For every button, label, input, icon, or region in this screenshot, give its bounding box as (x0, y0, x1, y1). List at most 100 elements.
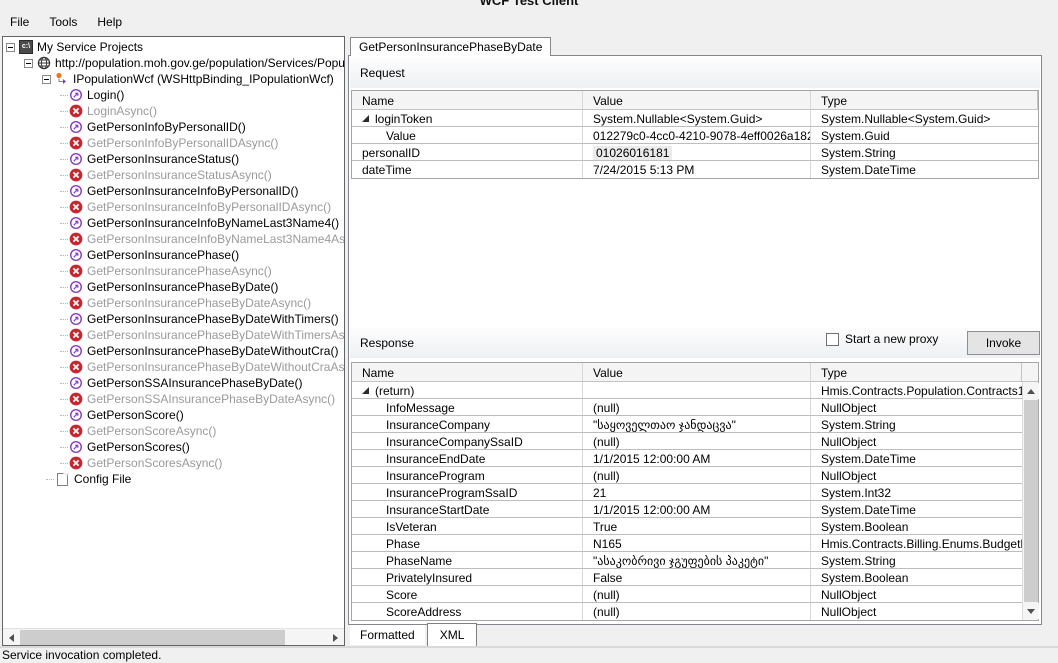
tree-method-item[interactable]: GetPersonInsurancePhase() (3, 247, 344, 263)
web-method-icon (69, 88, 83, 102)
column-header-type[interactable]: Type (811, 91, 1038, 109)
tree-method-item[interactable]: GetPersonSSAInsurancePhaseByDateAsync() (3, 391, 344, 407)
tree-method-item[interactable]: GetPersonInsurancePhaseByDateWithoutCra(… (3, 343, 344, 359)
menu-item-file[interactable]: File (0, 12, 39, 32)
tree-method-item[interactable]: GetPersonScoresAsync() (3, 455, 344, 471)
value-cell[interactable]: 7/24/2015 5:13 PM (583, 161, 811, 178)
cell-type: Hmis.Contracts.Population.Contracts1.Per… (821, 384, 1022, 398)
error-icon (69, 296, 83, 310)
tree-item-label: GetPersonInsurancePhaseByDateAsync() (83, 296, 311, 310)
cell-name: loginToken (375, 112, 432, 126)
cell-value[interactable]: 01026016181 (593, 146, 672, 160)
tree-method-item[interactable]: GetPersonSSAInsurancePhaseByDate() (3, 375, 344, 391)
cell-value[interactable]: 012279c0-4cc0-4210-9078-4eff0026a182 (593, 129, 811, 143)
response-row[interactable]: InsuranceCompany"საყოველთაო ჯანდაცვა"Sys… (352, 416, 1022, 433)
tree-method-item[interactable]: GetPersonInsurancePhaseByDateAsync() (3, 295, 344, 311)
cell-name: (return) (375, 384, 414, 398)
request-row[interactable]: Value012279c0-4cc0-4210-9078-4eff0026a18… (352, 127, 1038, 144)
tree-method-item[interactable]: GetPersonInsuranceInfoByNameLast3Name4As… (3, 231, 344, 247)
response-row[interactable]: ScoreAddress(null)NullObject (352, 603, 1022, 620)
expanded-triangle-icon[interactable] (362, 115, 369, 122)
tree-method-item[interactable]: GetPersonInfoByPersonalIDAsync() (3, 135, 344, 151)
response-row[interactable]: InsuranceStartDate1/1/2015 12:00:00 AMSy… (352, 501, 1022, 518)
column-header-value[interactable]: Value (583, 91, 811, 109)
type-cell: NullObject (811, 467, 1022, 483)
response-row[interactable]: InfoMessage(null)NullObject (352, 399, 1022, 416)
tree-method-item[interactable]: GetPersonInsurancePhaseByDateWithTimers(… (3, 311, 344, 327)
response-label: Response (350, 336, 414, 350)
response-row[interactable]: PhaseN165Hmis.Contracts.Billing.Enums.Bu… (352, 535, 1022, 552)
invoke-button[interactable]: Invoke (967, 331, 1040, 355)
menu-item-help[interactable]: Help (87, 12, 132, 32)
cell-name: Phase (386, 537, 420, 551)
response-vertical-scrollbar[interactable] (1022, 382, 1038, 620)
value-cell[interactable]: 01026016181 (583, 144, 811, 160)
name-cell: InsuranceCompany (352, 416, 583, 432)
response-row[interactable]: PhaseName"ასაკობრივი ჯგუფების პაკეტი"Sys… (352, 552, 1022, 569)
value-cell[interactable]: 012279c0-4cc0-4210-9078-4eff0026a182 (583, 127, 811, 143)
expanded-triangle-icon[interactable] (362, 387, 369, 394)
tree-method-item[interactable]: LoginAsync() (3, 103, 344, 119)
tree-method-item[interactable]: GetPersonInsuranceInfoByPersonalIDAsync(… (3, 199, 344, 215)
column-header-value[interactable]: Value (583, 363, 811, 381)
tree-method-item[interactable]: GetPersonInsuranceInfoByPersonalID() (3, 183, 344, 199)
response-row[interactable]: IsVeteranTrueSystem.Boolean (352, 518, 1022, 535)
tree-method-item[interactable]: GetPersonInsuranceStatus() (3, 151, 344, 167)
tree-item-contract[interactable]: IPopulationWcf (WSHttpBinding_IPopulatio… (3, 71, 344, 87)
tree-method-item[interactable]: Login() (3, 87, 344, 103)
column-header-name[interactable]: Name (352, 363, 583, 381)
tree-method-item[interactable]: GetPersonInsurancePhaseAsync() (3, 263, 344, 279)
expander-minus-icon[interactable] (24, 59, 33, 68)
tree-method-item[interactable]: GetPersonInsurancePhaseByDate() (3, 279, 344, 295)
scrollbar-thumb[interactable] (20, 630, 285, 645)
response-row[interactable]: PrivatelyInsuredFalseSystem.Boolean (352, 569, 1022, 586)
menu-item-tools[interactable]: Tools (39, 12, 87, 32)
value-cell[interactable]: System.Nullable<System.Guid> (583, 110, 811, 126)
scrollbar-thumb[interactable] (1024, 400, 1038, 602)
web-method-icon (69, 440, 83, 454)
tree-method-item[interactable]: GetPersonInsurancePhaseByDateWithTimersA… (3, 327, 344, 343)
response-row[interactable]: InsuranceCompanySsaID(null)NullObject (352, 433, 1022, 450)
scroll-left-arrow-icon[interactable] (3, 629, 20, 646)
request-row[interactable]: personalID01026016181System.String (352, 144, 1038, 161)
tree-method-item[interactable]: GetPersonInfoByPersonalID() (3, 119, 344, 135)
start-new-proxy-checkbox[interactable]: Start a new proxy (826, 332, 938, 346)
response-row[interactable]: InsuranceProgramSsaID21System.Int32 (352, 484, 1022, 501)
cell-value[interactable]: 7/24/2015 5:13 PM (593, 163, 694, 177)
tree-method-item[interactable]: GetPersonScoreAsync() (3, 423, 344, 439)
column-header-type[interactable]: Type (811, 363, 1022, 381)
response-row[interactable]: InsuranceEndDate1/1/2015 12:00:00 AMSyst… (352, 450, 1022, 467)
scroll-up-arrow-icon[interactable] (1023, 383, 1039, 399)
tree-item-endpoint-url[interactable]: http://population.moh.gov.ge/population/… (3, 55, 344, 71)
tree-horizontal-scrollbar[interactable] (3, 628, 344, 645)
response-row[interactable]: Score(null)NullObject (352, 586, 1022, 603)
type-cell: NullObject (811, 433, 1022, 449)
tree-method-item[interactable]: GetPersonInsuranceInfoByNameLast3Name4() (3, 215, 344, 231)
scroll-right-arrow-icon[interactable] (327, 629, 344, 646)
tree-method-item[interactable]: GetPersonScores() (3, 439, 344, 455)
tree-method-item[interactable]: GetPersonScore() (3, 407, 344, 423)
response-row[interactable]: InsuranceProgram(null)NullObject (352, 467, 1022, 484)
scroll-down-arrow-icon[interactable] (1023, 603, 1039, 619)
request-row[interactable]: loginTokenSystem.Nullable<System.Guid>Sy… (352, 110, 1038, 127)
tree-item-config-file[interactable]: Config File (3, 471, 344, 487)
response-row[interactable]: (return) Hmis.Contracts.Population.Contra… (352, 382, 1022, 399)
tree-item-my-service-projects[interactable]: c:\My Service Projects (3, 39, 344, 55)
tree-method-item[interactable]: GetPersonInsuranceStatusAsync() (3, 167, 344, 183)
operation-tab[interactable]: GetPersonInsurancePhaseByDate (350, 37, 551, 56)
type-cell: System.Boolean (811, 569, 1022, 585)
tree-guide-line (60, 351, 68, 352)
column-header-name[interactable]: Name (352, 91, 583, 109)
request-row[interactable]: dateTime7/24/2015 5:13 PMSystem.DateTime (352, 161, 1038, 178)
name-cell: InsuranceEndDate (352, 450, 583, 466)
tree-item-label: GetPersonScore() (83, 408, 184, 422)
tree-method-item[interactable]: GetPersonInsurancePhaseByDateWithoutCraA… (3, 359, 344, 375)
cell-type: System.Boolean (821, 571, 908, 585)
tab-formatted[interactable]: Formatted (350, 625, 425, 645)
expander-minus-icon[interactable] (6, 43, 15, 52)
checkbox-unchecked-icon[interactable] (826, 333, 839, 346)
tab-xml[interactable]: XML (427, 623, 478, 647)
cell-value[interactable]: System.Nullable<System.Guid> (593, 112, 762, 126)
expander-minus-icon[interactable] (42, 75, 51, 84)
response-grid-body: (return) Hmis.Contracts.Population.Contra… (352, 382, 1022, 620)
